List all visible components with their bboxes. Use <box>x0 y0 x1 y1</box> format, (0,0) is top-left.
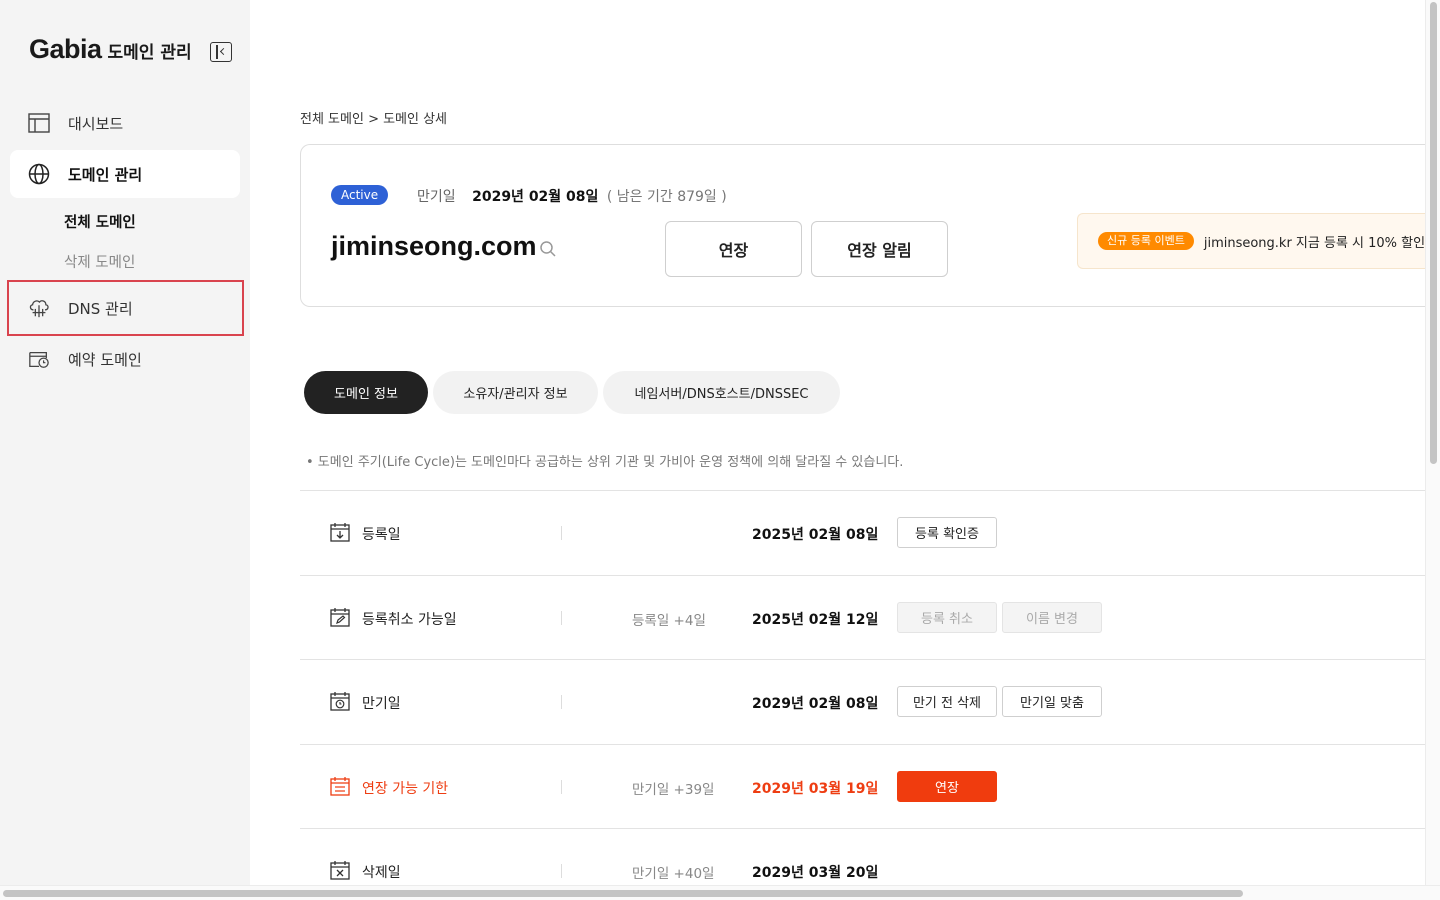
row-divider <box>561 526 562 540</box>
lifecycle-notice: • 도메인 주기(Life Cycle)는 도메인마다 공급하는 상위 기관 및… <box>306 455 904 470</box>
row-label: 등록취소 가능일 <box>362 611 457 628</box>
row-label: 만기일 <box>362 696 401 712</box>
calendar-x-icon <box>330 860 350 880</box>
brand-subtitle: 도메인 관리 <box>107 43 192 63</box>
calendar-download-icon <box>330 522 350 542</box>
row-divider <box>561 864 562 878</box>
calendar-clock-icon <box>330 691 350 711</box>
expiry-label: 만기일 <box>417 189 456 205</box>
row-divider <box>561 695 562 709</box>
renew-button[interactable]: 연장 <box>665 221 802 277</box>
renew-row-button[interactable]: 연장 <box>897 770 997 802</box>
globe-icon <box>28 163 50 185</box>
domain-name: jiminseong.com <box>331 231 537 261</box>
sidebar-subitem-deleted-domains[interactable]: 삭제 도메인 <box>64 251 135 272</box>
breadcrumb: 전체 도메인 > 도메인 상세 <box>300 112 448 127</box>
table-row: 등록취소 가능일 등록일 +4일 2025년 02월 12일 등록 취소 이름 … <box>300 574 1425 660</box>
row-date: 2025년 02월 08일 <box>752 527 879 543</box>
registration-certificate-button[interactable]: 등록 확인증 <box>897 517 997 548</box>
sidebar-item-label: 대시보드 <box>68 114 124 133</box>
app-root: Gabia 도메인 관리 대시보드 도메인 관리 전체 도메인 삭제 도메인 D… <box>0 0 1440 900</box>
row-offset: 만기일 +39일 <box>632 781 715 798</box>
sidebar: Gabia 도메인 관리 대시보드 도메인 관리 전체 도메인 삭제 도메인 D… <box>0 0 250 900</box>
sidebar-subitem-all-domains[interactable]: 전체 도메인 <box>64 211 136 232</box>
row-date: 2029년 02월 08일 <box>752 696 879 712</box>
brand: Gabia 도메인 관리 <box>29 34 192 65</box>
remaining-days: ( 남은 기간 879일 ) <box>606 189 727 205</box>
vertical-scrollbar[interactable] <box>1425 0 1440 885</box>
row-offset: 등록일 +4일 <box>632 612 706 629</box>
dashboard-icon <box>28 112 50 134</box>
table-row: 등록일 2025년 02월 08일 등록 확인증 <box>300 490 1425 575</box>
sidebar-collapse-icon[interactable] <box>210 42 232 62</box>
calendar-edit-icon <box>330 607 350 627</box>
expiry-info: 만기일 2029년 02월 08일 ( 남은 기간 879일 ) <box>417 186 727 206</box>
row-label: 삭제일 <box>362 865 401 881</box>
status-badge: Active <box>331 185 389 205</box>
tab-owner-admin-info[interactable]: 소유자/관리자 정보 <box>433 371 598 414</box>
row-offset: 만기일 +40일 <box>632 866 715 882</box>
row-date: 2029년 03월 20일 <box>752 865 879 881</box>
row-label: 등록일 <box>362 527 401 543</box>
calendar-clock-icon <box>28 348 50 370</box>
table-row: 연장 가능 기한 만기일 +39일 2029년 03월 19일 연장 <box>300 743 1425 829</box>
sidebar-item-dashboard[interactable]: 대시보드 <box>10 99 240 147</box>
row-date: 2029년 03월 19일 <box>752 780 879 797</box>
sidebar-item-label: 예약 도메인 <box>68 350 142 369</box>
sidebar-item-domain-management[interactable]: 도메인 관리 <box>10 150 240 198</box>
row-label: 연장 가능 기한 <box>362 780 449 797</box>
calendar-range-icon <box>330 776 350 796</box>
row-date: 2025년 02월 12일 <box>752 611 879 628</box>
promo-tag: 신규 등록 이벤트 <box>1098 232 1194 250</box>
delete-before-expiry-button[interactable]: 만기 전 삭제 <box>897 686 997 717</box>
tab-nameserver-dns[interactable]: 네임서버/DNS호스트/DNSSEC <box>603 371 840 414</box>
sidebar-item-reserved-domains[interactable]: 예약 도메인 <box>10 335 240 383</box>
row-divider <box>561 779 562 794</box>
expiry-date: 2029년 02월 08일 <box>472 189 599 205</box>
align-expiry-button[interactable]: 만기일 맞춤 <box>1002 686 1102 717</box>
renew-alert-button[interactable]: 연장 알림 <box>811 221 948 277</box>
detail-tabs: 도메인 정보 소유자/관리자 정보 네임서버/DNS호스트/DNSSEC <box>304 371 845 414</box>
change-name-button[interactable]: 이름 변경 <box>1002 601 1102 633</box>
row-divider <box>561 610 562 625</box>
sidebar-item-label: DNS 관리 <box>68 299 133 318</box>
tab-domain-info[interactable]: 도메인 정보 <box>304 371 428 414</box>
horizontal-scrollbar-thumb[interactable] <box>3 890 1243 897</box>
search-icon[interactable] <box>539 240 557 258</box>
horizontal-scrollbar[interactable] <box>0 885 1440 900</box>
sidebar-item-dns-management[interactable]: DNS 관리 <box>7 280 244 336</box>
table-row: 만기일 2029년 02월 08일 만기 전 삭제 만기일 맞춤 <box>300 659 1425 744</box>
cloud-network-icon <box>28 297 50 319</box>
sidebar-item-label: 도메인 관리 <box>68 165 143 184</box>
promo-banner[interactable]: 신규 등록 이벤트 jiminseong.kr 지금 등록 시 10% 할인! <box>1077 213 1440 269</box>
domain-summary-card: Active 만기일 2029년 02월 08일 ( 남은 기간 879일 ) … <box>300 144 1440 307</box>
lifecycle-table: 등록일 2025년 02월 08일 등록 확인증 등록취소 가능일 등록일 +4… <box>300 490 1425 900</box>
vertical-scrollbar-thumb[interactable] <box>1430 2 1437 464</box>
brand-logo[interactable]: Gabia <box>29 34 102 65</box>
cancel-registration-button[interactable]: 등록 취소 <box>897 601 997 633</box>
promo-text: jiminseong.kr 지금 등록 시 10% 할인! <box>1203 235 1431 251</box>
